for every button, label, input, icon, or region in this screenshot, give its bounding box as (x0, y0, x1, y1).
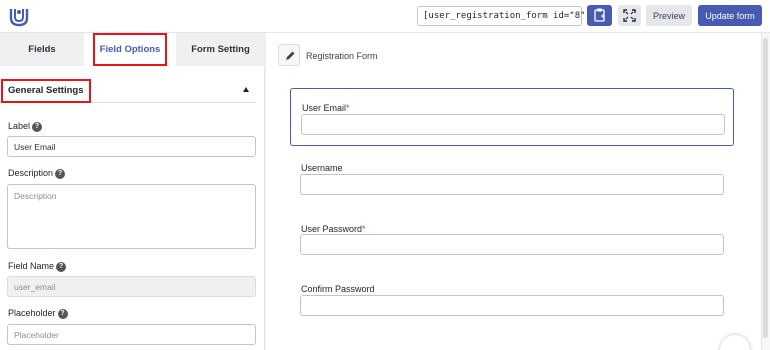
help-icon[interactable]: ? (56, 261, 67, 272)
help-icon[interactable]: ? (55, 168, 66, 179)
field-input[interactable] (300, 234, 724, 255)
field-label: Username (301, 163, 343, 173)
field-label-text: Confirm Password (301, 284, 375, 294)
field-input[interactable] (301, 114, 725, 135)
preview-button[interactable]: Preview (646, 5, 692, 26)
description-label-text: Description (8, 168, 54, 178)
placeholder-label-text: Placeholder (8, 308, 56, 318)
copy-shortcode-button[interactable] (587, 5, 612, 26)
top-bar: [user_registration_form id="8"] Preview … (0, 0, 770, 33)
pencil-icon (286, 51, 295, 60)
required-mark: * (362, 224, 366, 234)
field-options-panel: Fields Field Options Form Setting Genera… (0, 33, 265, 350)
label-label: Label? (8, 121, 43, 132)
logo-icon (9, 9, 29, 27)
field-name-label: Field Name? (8, 261, 67, 272)
tab-field-options-label: Field Options (92, 33, 168, 66)
field-name-input (7, 276, 256, 297)
field-label: User Password* (301, 224, 366, 234)
help-icon[interactable]: ? (57, 308, 68, 319)
tab-field-options[interactable]: Field Options (84, 33, 176, 66)
field-label-text: User Password (301, 224, 363, 234)
label-input[interactable] (7, 136, 256, 157)
tab-fields[interactable]: Fields (0, 33, 84, 66)
collapse-caret-icon[interactable] (243, 87, 249, 92)
scrollbar-thumb[interactable] (763, 38, 768, 338)
field-label: Confirm Password (301, 284, 375, 294)
field-label-text: User Email (302, 103, 347, 113)
description-textarea[interactable] (7, 184, 256, 249)
form-field-user-email[interactable]: User Email* (290, 88, 734, 146)
panel-tabs: Fields Field Options Form Setting (0, 33, 265, 66)
field-input[interactable] (300, 174, 724, 195)
form-builder-canvas: Registration Form User Email* Username U… (266, 33, 770, 350)
form-field-confirm-password[interactable]: Confirm Password (290, 270, 734, 328)
field-input[interactable] (300, 295, 724, 316)
expand-icon (623, 9, 636, 22)
general-settings-header[interactable]: General Settings (0, 79, 256, 103)
clipboard-icon (594, 8, 605, 22)
shortcode-field[interactable]: [user_registration_form id="8"] (417, 6, 591, 26)
required-mark: * (346, 103, 350, 113)
tab-form-setting[interactable]: Form Setting (176, 33, 265, 66)
form-title: Registration Form (306, 51, 378, 61)
update-form-button[interactable]: Update form (698, 5, 762, 26)
field-label-text: Username (301, 163, 343, 173)
section-title: General Settings (1, 79, 91, 103)
placeholder-input[interactable] (7, 324, 256, 345)
fullscreen-button[interactable] (618, 5, 641, 26)
form-field-username[interactable]: Username (290, 149, 734, 207)
edit-title-button[interactable] (278, 44, 300, 66)
field-label: User Email* (302, 103, 350, 113)
form-field-user-password[interactable]: User Password* (290, 210, 734, 268)
help-icon[interactable]: ? (32, 121, 43, 132)
description-label: Description? (8, 168, 66, 179)
field-name-label-text: Field Name (8, 261, 55, 271)
placeholder-label: Placeholder? (8, 308, 68, 319)
label-label-text: Label (8, 121, 31, 131)
